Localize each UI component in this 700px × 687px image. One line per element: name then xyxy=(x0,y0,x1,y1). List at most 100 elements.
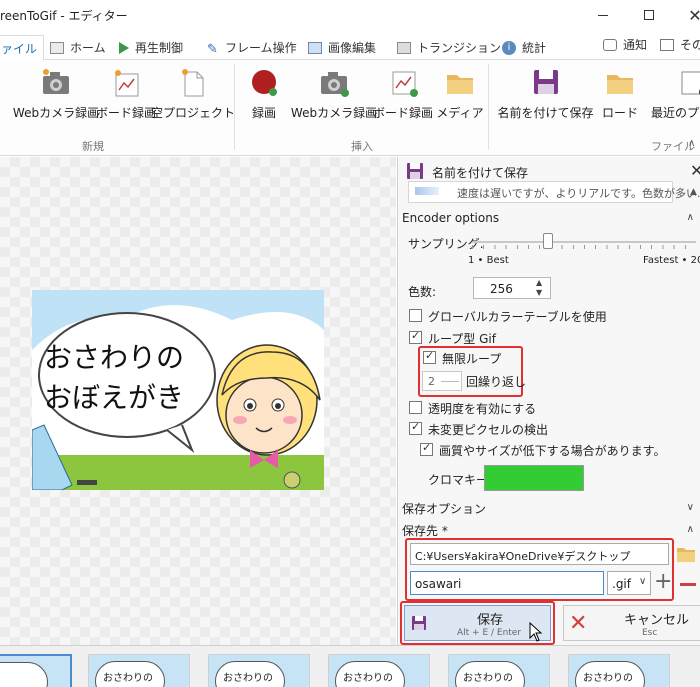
tab-notifications[interactable]: 通知 xyxy=(603,32,647,57)
info-icon: i xyxy=(502,40,516,55)
repeat-count-input[interactable]: 2 xyxy=(422,371,462,391)
sampling-min-label: 1 • Best xyxy=(468,255,509,266)
folder-icon xyxy=(604,66,636,98)
floppy-disk-icon xyxy=(406,162,424,183)
colors-value: 256 xyxy=(490,282,513,296)
infinite-loop-checkbox[interactable] xyxy=(423,349,436,364)
save-label: 保存 xyxy=(477,613,504,628)
tab-file[interactable]: ァイル xyxy=(0,35,44,61)
filename-field[interactable]: osawari xyxy=(410,571,604,595)
ribbon-separator xyxy=(488,64,489,150)
colors-spinner[interactable]: 256 ▲ ▼ xyxy=(473,277,551,299)
save-panel: 名前を付けて保存 ✕ 速度は遅いですが、よりリアルです。色数が多い... ▲ E… xyxy=(397,157,700,645)
encoder-hint: 速度は遅いですが、よりリアルです。色数が多い... xyxy=(457,187,700,200)
window-icon xyxy=(660,38,674,51)
expand-icon[interactable]: ∨ xyxy=(687,502,694,513)
encoder-options-heading: Encoder options xyxy=(402,211,500,225)
detect-unchanged-label: 未変更ピクセルの検出 xyxy=(428,423,549,437)
remove-icon[interactable] xyxy=(680,583,696,586)
scrollbar-up[interactable]: ▲ xyxy=(690,187,697,197)
frame-preview: おさわりの おぼえがき xyxy=(32,290,324,490)
group-label-new: 新規 xyxy=(82,140,104,153)
global-color-table-checkbox[interactable] xyxy=(409,309,422,322)
extension-select[interactable]: .gif ∨ xyxy=(607,571,651,595)
recent-icon xyxy=(678,66,700,98)
sampling-max-label: Fastest • 20 xyxy=(643,255,700,266)
tab-playback[interactable]: 再生制御 xyxy=(119,35,183,60)
infinite-loop-label: 無限ループ xyxy=(442,352,502,366)
collapse-icon[interactable]: ∧ xyxy=(687,524,694,535)
frame-strip: おさわりの おさわりの おさわりの おさわりの おさわりの xyxy=(0,645,700,687)
maximize-button[interactable] xyxy=(626,0,672,30)
slider-ticks xyxy=(472,245,696,249)
sampling-slider[interactable] xyxy=(472,233,696,251)
mouse-cursor-icon xyxy=(529,621,543,645)
insert-webcam-recording-button[interactable]: Webカメラ録画 xyxy=(291,64,377,121)
tab-home[interactable]: ホーム xyxy=(50,35,106,60)
repeat-label: 回繰り返し xyxy=(466,375,527,389)
detect-unchanged-checkbox[interactable] xyxy=(409,420,422,435)
cancel-label: キャンセル xyxy=(624,613,690,628)
chat-icon xyxy=(603,38,617,51)
save-to-heading: 保存先 * xyxy=(402,524,448,538)
encoder-icon xyxy=(415,187,439,195)
chroma-key-label: クロマキー: xyxy=(428,473,493,487)
browse-folder-icon[interactable] xyxy=(676,545,696,566)
home-icon xyxy=(50,41,64,54)
camera-icon xyxy=(318,66,350,98)
loop-gif-label: ループ型 Gif xyxy=(428,332,496,346)
speech-text: おさわりの おぼえがき xyxy=(44,341,185,414)
editor-canvas[interactable]: おさわりの おぼえがき xyxy=(0,157,396,645)
play-icon xyxy=(119,41,129,54)
new-webcam-recording-button[interactable]: Webカメラ録画 xyxy=(13,64,99,121)
loop-gif-checkbox[interactable] xyxy=(409,329,422,344)
save-shortcut: Alt + E / Enter xyxy=(457,628,522,638)
transparency-checkbox[interactable] xyxy=(409,401,422,414)
frame-thumbnail[interactable]: おさわりの xyxy=(568,654,670,687)
frame-thumbnail[interactable]: おさわりの xyxy=(448,654,550,687)
frame-thumbnail[interactable]: おさわりの xyxy=(208,654,310,687)
spinner-down-icon[interactable]: ▼ xyxy=(536,288,542,297)
tab-transition[interactable]: トランジション xyxy=(397,35,501,60)
record-icon xyxy=(248,66,280,98)
title-bar: reenToGif - エディター ✕ xyxy=(0,0,700,30)
frame-thumbnail[interactable] xyxy=(0,654,72,687)
tab-statistics[interactable]: i 統計 xyxy=(502,35,546,60)
close-panel-button[interactable]: ✕ xyxy=(690,161,700,180)
quality-warning-checkbox[interactable] xyxy=(420,441,433,456)
board-icon xyxy=(110,66,142,98)
tab-frame-ops[interactable]: ✎ フレーム操作 xyxy=(207,35,297,60)
save-as-button[interactable]: 名前を付けて保存 xyxy=(498,64,594,121)
slider-track xyxy=(472,241,696,243)
pencil-icon: ✎ xyxy=(207,41,218,57)
frame-thumbnail[interactable]: おさわりの xyxy=(88,654,190,687)
path-field[interactable]: C:¥Users¥akira¥OneDrive¥デスクトップ xyxy=(410,543,669,565)
slider-thumb[interactable] xyxy=(543,233,553,249)
tab-other[interactable]: その xyxy=(660,32,700,57)
board-icon xyxy=(387,66,419,98)
save-button[interactable]: 保存 Alt + E / Enter xyxy=(404,605,551,642)
minimize-button[interactable] xyxy=(580,0,626,30)
frame-thumbnail[interactable]: おさわりの xyxy=(328,654,430,687)
floppy-disk-icon xyxy=(530,66,562,98)
save-options-heading: 保存オプション xyxy=(402,502,487,516)
minimize-icon xyxy=(598,14,608,16)
chroma-key-swatch[interactable] xyxy=(484,465,584,491)
chevron-down-icon: ∨ xyxy=(639,576,647,587)
recent-projects-button[interactable]: 最近のプ xyxy=(648,64,700,121)
add-icon[interactable]: + xyxy=(654,569,672,594)
new-empty-project-button[interactable]: 空プロジェクト xyxy=(151,64,235,121)
close-icon: ✕ xyxy=(688,5,700,25)
cancel-button[interactable]: ✕ キャンセル Esc xyxy=(563,605,700,641)
floppy-disk-icon xyxy=(411,615,427,634)
collapse-icon[interactable]: ∧ xyxy=(687,212,694,223)
blank-page-icon xyxy=(177,66,209,98)
camera-icon xyxy=(40,66,72,98)
collapse-ribbon-icon[interactable]: ∧ xyxy=(688,138,695,149)
close-window-button[interactable]: ✕ xyxy=(672,0,700,30)
spinner-up-icon[interactable]: ▲ xyxy=(536,278,542,287)
ribbon-tabs: ァイル ホーム 再生制御 ✎ フレーム操作 画像編集 トランジション i 統計 … xyxy=(0,30,700,61)
panel-title: 名前を付けて保存 xyxy=(432,166,529,180)
encoder-hint-row[interactable]: 速度は遅いですが、よりリアルです。色数が多い... xyxy=(408,181,700,203)
tab-image-edit[interactable]: 画像編集 xyxy=(308,35,376,60)
